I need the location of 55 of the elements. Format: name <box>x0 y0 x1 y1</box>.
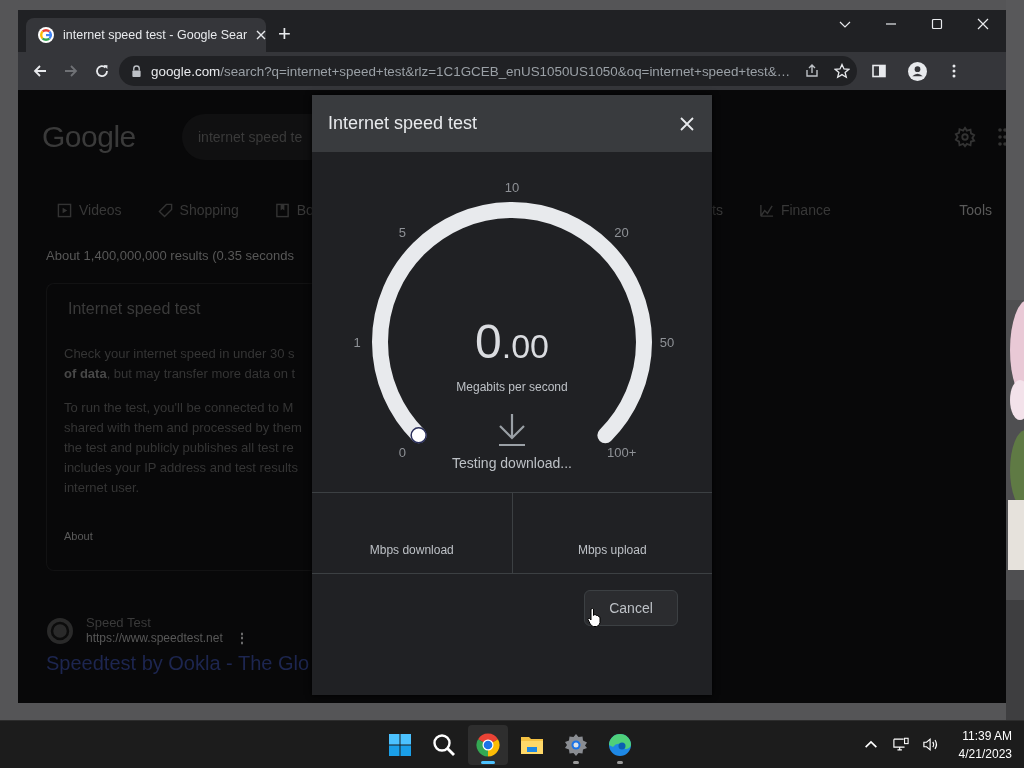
result-label: Mbps download <box>369 543 454 557</box>
share-icon[interactable] <box>804 63 821 79</box>
gauge-needle-dot <box>410 427 427 444</box>
reload-icon[interactable] <box>94 63 110 79</box>
hand-cursor-icon <box>587 607 601 628</box>
gauge-tick-label: 1 <box>353 335 361 350</box>
settings-icon <box>564 732 588 757</box>
unit-label: Megabits per second <box>456 380 568 394</box>
gauge-tick-label: 20 <box>614 225 629 241</box>
close-icon[interactable] <box>976 17 990 31</box>
gauge-tick-label: 50 <box>659 335 675 350</box>
volume-icon[interactable] <box>922 737 939 752</box>
gauge-tick-label: 0 <box>398 444 406 460</box>
side-panel-icon[interactable] <box>871 63 887 79</box>
results-count: About 1,400,000,000 results (0.35 seconds <box>46 248 295 263</box>
google-icon <box>38 27 54 43</box>
url-text: google.com/search?q=internet+speed+test&rlz=1C1GCEB_enUS1050US1050&oq=internet+speed+test&… <box>151 63 791 79</box>
site-icon <box>46 616 74 645</box>
gauge-tick-label: 10 <box>504 180 520 195</box>
gauge-tick-label: 5 <box>398 225 406 241</box>
edge-icon <box>608 732 632 757</box>
cancel-button[interactable]: Cancel <box>584 590 678 626</box>
close-icon[interactable] <box>256 30 267 40</box>
speed-value: 0.00 <box>475 315 549 368</box>
running-indicator <box>617 760 623 764</box>
taskbar-app[interactable] <box>468 724 508 765</box>
site-url: https://www.speedtest.net <box>86 631 223 645</box>
profile-icon[interactable] <box>908 61 927 81</box>
tag-icon <box>157 202 173 218</box>
download-icon <box>497 412 527 447</box>
result-label: Mbps upload <box>577 543 647 557</box>
status-text: Testing download... <box>452 455 572 471</box>
more-button[interactable]: ⋮ <box>234 630 249 646</box>
chart-icon <box>758 202 774 218</box>
book-icon <box>274 202 290 218</box>
running-indicator <box>573 760 579 764</box>
gauge-tick-label: 100+ <box>606 444 637 460</box>
tools-button[interactable]: Tools <box>959 202 992 218</box>
start-icon <box>388 732 412 757</box>
about-link[interactable]: About <box>64 530 312 542</box>
chrome-icon <box>476 732 500 757</box>
clock[interactable]: 11:39 AM 4/21/2023 <box>952 726 1018 763</box>
star-icon[interactable] <box>834 63 851 79</box>
network-icon[interactable] <box>892 737 909 752</box>
search-icon <box>432 732 456 757</box>
new-tab-button[interactable]: + <box>274 20 295 48</box>
address-bar[interactable]: google.com/search?q=internet+speed+test&rlz=1C1GCEB_enUS1050US1050&oq=internet+speed+test&… <box>119 56 857 86</box>
video-icon <box>57 202 72 218</box>
running-indicator <box>481 760 495 764</box>
dialog-title: Internet speed test <box>328 113 479 134</box>
back-arrow-icon[interactable] <box>32 63 48 79</box>
close-icon[interactable] <box>680 116 694 131</box>
lock-icon <box>131 64 142 78</box>
maximize-icon[interactable] <box>930 17 944 31</box>
browser-tab[interactable]: internet speed test - Google Sear <box>26 18 266 52</box>
